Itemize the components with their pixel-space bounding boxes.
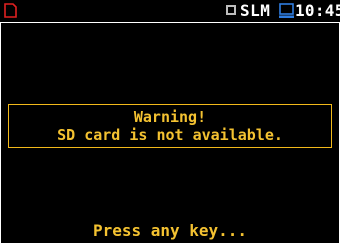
computer-icon [279, 3, 294, 18]
press-any-key-prompt[interactable]: Press any key... [0, 220, 340, 242]
warning-title: Warning! [133, 108, 207, 126]
warning-dialog: Warning! SD card is not available. [8, 104, 332, 148]
mode-label: SLM [240, 1, 271, 20]
square-icon [226, 5, 236, 15]
clock: 10:45 [295, 1, 340, 20]
device-screen: SLM 10:45 Warning! SD card is not availa… [0, 0, 340, 244]
sd-card-icon [4, 3, 17, 18]
status-bar: SLM 10:45 [0, 0, 340, 22]
warning-message: SD card is not available. [57, 126, 283, 144]
